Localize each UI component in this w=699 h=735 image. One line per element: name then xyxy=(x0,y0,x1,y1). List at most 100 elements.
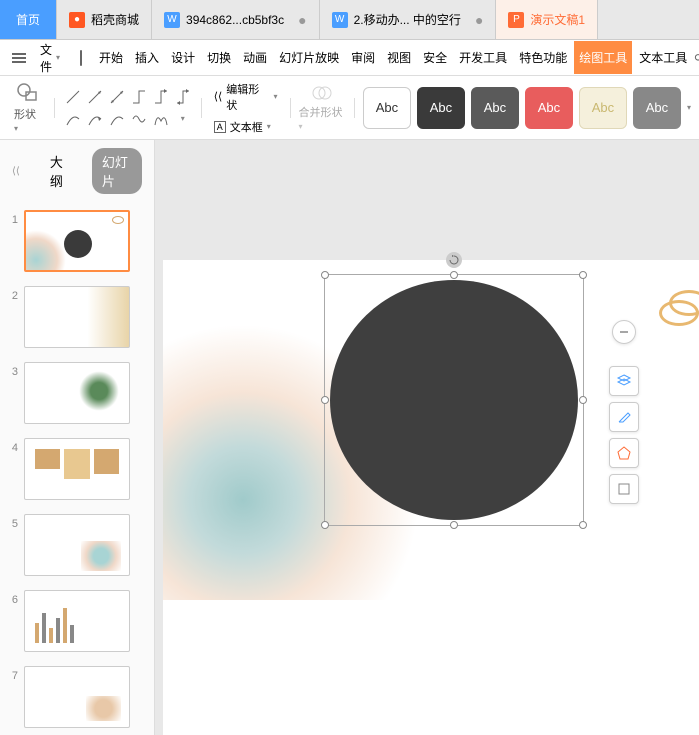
format-button[interactable] xyxy=(609,402,639,432)
resize-handle-br[interactable] xyxy=(579,521,587,529)
slide-thumbnail-5[interactable] xyxy=(24,514,130,576)
thumbnail-item[interactable]: 4 xyxy=(8,438,146,500)
close-icon[interactable]: ● xyxy=(475,12,483,28)
slide-number: 6 xyxy=(8,590,18,606)
tab-outline[interactable]: 大纲 xyxy=(40,148,80,194)
slide-thumbnail-1[interactable] xyxy=(24,210,130,272)
selected-shape[interactable] xyxy=(330,280,578,520)
preset-white[interactable]: Abc xyxy=(363,87,411,129)
preset-cream[interactable]: Abc xyxy=(579,87,627,129)
menu-animation[interactable]: 动画 xyxy=(238,49,272,66)
chevron-down-icon: ▾ xyxy=(267,122,271,131)
save-icon[interactable] xyxy=(80,50,82,66)
merge-icon xyxy=(311,84,333,102)
resize-handle-tc[interactable] xyxy=(450,271,458,279)
resize-handle-mr[interactable] xyxy=(579,396,587,404)
rotate-handle[interactable] xyxy=(446,252,462,268)
crop-button[interactable] xyxy=(609,474,639,504)
line-straight[interactable] xyxy=(63,87,83,107)
menu-design[interactable]: 设计 xyxy=(166,49,200,66)
line-scribble[interactable] xyxy=(151,109,171,129)
tab-doc2[interactable]: W 2.移动办... 中的空行 ● xyxy=(320,0,497,39)
tab-doc3[interactable]: P 演示文稿1 xyxy=(496,0,598,39)
line-more[interactable]: ▾ xyxy=(173,109,193,129)
lines-gallery: ▾ xyxy=(63,87,193,129)
shape-outline-button[interactable] xyxy=(609,438,639,468)
ppt-icon: P xyxy=(508,12,524,28)
preset-darkgray[interactable]: Abc xyxy=(633,87,681,129)
close-icon[interactable]: ● xyxy=(298,12,306,28)
rotate-icon xyxy=(449,255,459,265)
tab-doc3-label: 演示文稿1 xyxy=(530,11,585,28)
thumbnail-item[interactable]: 1 xyxy=(8,210,146,272)
thumbnail-item[interactable]: 2 xyxy=(8,286,146,348)
line-elbow-arrow[interactable] xyxy=(151,87,171,107)
preset-more[interactable]: ▾ xyxy=(687,103,691,112)
line-curve-arrow[interactable] xyxy=(85,109,105,129)
slide-thumbnail-4[interactable] xyxy=(24,438,130,500)
menu-texttools[interactable]: 文本工具 xyxy=(634,49,692,66)
resize-handle-bl[interactable] xyxy=(321,521,329,529)
thumbnail-item[interactable]: 3 xyxy=(8,362,146,424)
tab-doc1[interactable]: W 394c862...cb5bf3c ● xyxy=(152,0,320,39)
menu-review[interactable]: 审阅 xyxy=(346,49,380,66)
text-box-label: 文本框 xyxy=(230,119,263,135)
slide-number: 1 xyxy=(8,210,18,226)
line-arrow[interactable] xyxy=(85,87,105,107)
tab-store[interactable]: ● 稻壳商城 xyxy=(57,0,152,39)
line-curve-double[interactable] xyxy=(107,109,127,129)
collapse-icon[interactable]: ⟨⟨ xyxy=(12,166,20,177)
floating-tools xyxy=(609,320,639,504)
resize-handle-bc[interactable] xyxy=(450,521,458,529)
tab-home[interactable]: 首页 xyxy=(0,0,57,39)
text-box-button[interactable]: A 文本框 ▾ xyxy=(210,117,282,137)
preset-red[interactable]: Abc xyxy=(525,87,573,129)
textbox-icon: A xyxy=(214,121,226,133)
merge-shape-label: 合并形状▾ xyxy=(299,104,346,132)
canvas-area[interactable] xyxy=(155,140,699,735)
slide-thumbnail-2[interactable] xyxy=(24,286,130,348)
hamburger-icon[interactable] xyxy=(8,49,30,67)
pen-icon xyxy=(616,409,632,425)
layer-button[interactable] xyxy=(609,366,639,396)
slide-thumbnail-7[interactable] xyxy=(24,666,130,728)
resize-handle-tl[interactable] xyxy=(321,271,329,279)
line-elbow[interactable] xyxy=(129,87,149,107)
slide-number: 5 xyxy=(8,514,18,530)
thumbnail-item[interactable]: 7 xyxy=(8,666,146,728)
menu-features[interactable]: 特色功能 xyxy=(514,49,572,66)
line-elbow-double[interactable] xyxy=(173,87,193,107)
merge-shape-button: 合并形状▾ xyxy=(299,84,346,132)
divider xyxy=(54,98,55,118)
menu-insert[interactable]: 插入 xyxy=(130,49,164,66)
line-freeform[interactable] xyxy=(129,109,149,129)
menu-start[interactable]: 开始 xyxy=(94,49,128,66)
thumbnail-item[interactable]: 5 xyxy=(8,514,146,576)
menu-view[interactable]: 视图 xyxy=(382,49,416,66)
resize-handle-tr[interactable] xyxy=(579,271,587,279)
resize-handle-ml[interactable] xyxy=(321,396,329,404)
thumbnail-item[interactable]: 6 xyxy=(8,590,146,652)
preset-gray[interactable]: Abc xyxy=(471,87,519,129)
slide-thumbnail-6[interactable] xyxy=(24,590,130,652)
menu-slideshow[interactable]: 幻灯片放映 xyxy=(274,49,344,66)
edit-shape-button[interactable]: ⟨⟨ 编辑形状 ▾ xyxy=(210,79,282,115)
menu-devtools[interactable]: 开发工具 xyxy=(454,49,512,66)
menu-drawtools[interactable]: 绘图工具 xyxy=(574,41,632,74)
file-menu[interactable]: 文件 ▾ xyxy=(32,41,68,75)
divider xyxy=(354,98,355,118)
search-button[interactable]: 查找 xyxy=(694,41,699,75)
slide-thumbnail-3[interactable] xyxy=(24,362,130,424)
chevron-down-icon: ▾ xyxy=(274,92,278,101)
tab-slides[interactable]: 幻灯片 xyxy=(92,148,142,194)
menu-transition[interactable]: 切换 xyxy=(202,49,236,66)
file-menu-label: 文件 xyxy=(40,41,52,75)
menu-security[interactable]: 安全 xyxy=(418,49,452,66)
shape-tool[interactable]: 形状▾ xyxy=(8,82,46,134)
zoom-out-button[interactable] xyxy=(612,320,636,344)
line-double-arrow[interactable] xyxy=(107,87,127,107)
preset-dark[interactable]: Abc xyxy=(417,87,465,129)
line-curve[interactable] xyxy=(63,109,83,129)
shape-icon xyxy=(16,82,38,104)
shape-label: 形状▾ xyxy=(14,106,40,134)
